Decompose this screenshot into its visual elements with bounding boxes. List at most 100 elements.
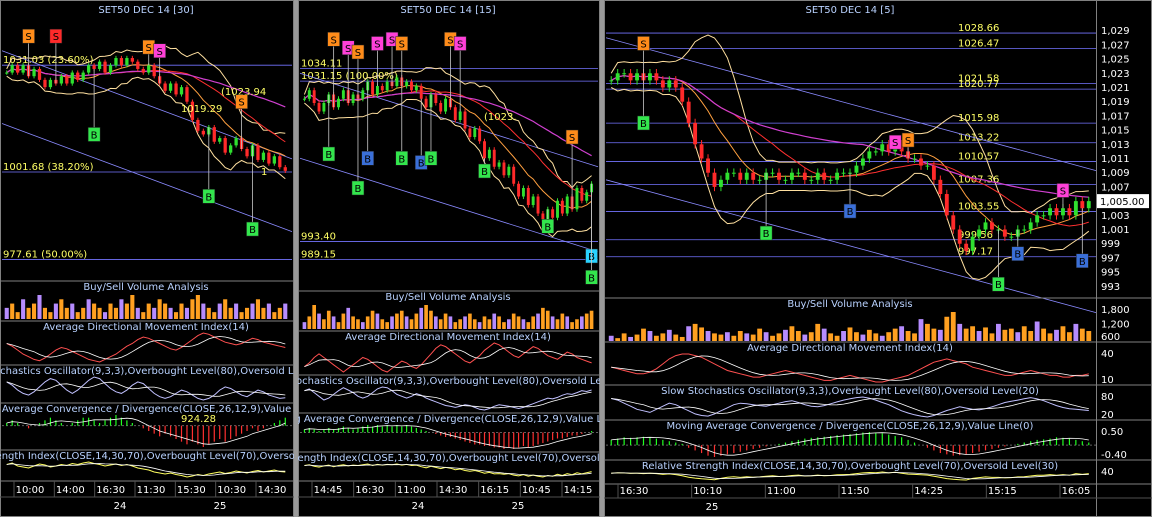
chart-panel-30min[interactable]: SET50 DEC 14 [30] 1031.03 (23.60%) 1001.68…: [0, 0, 294, 517]
volume-bar: [370, 310, 375, 329]
rsi-pane-line: [611, 471, 1089, 481]
volume-bar: [526, 322, 531, 329]
volume-bar: [502, 322, 506, 329]
volume-bar: [223, 299, 228, 319]
y-tick-label: 1,017: [1101, 111, 1130, 122]
trendline-upper: [605, 37, 1097, 171]
volume-bar: [521, 319, 526, 329]
candle-body: [822, 172, 827, 180]
signal-label: S: [1060, 186, 1066, 197]
volume-bar: [438, 319, 443, 329]
time-tick-label: 16:05: [1062, 486, 1091, 497]
signal-label: S: [399, 40, 405, 51]
candle-body: [789, 172, 794, 180]
chart-svg: SET50 DEC 14 [15] 1034.111031.15 (100.00%…: [298, 0, 600, 517]
candle-body: [283, 167, 287, 171]
volume-bar: [217, 303, 222, 319]
chart-svg: SET50 DEC 14 [30]1031.03 (23.60%)1001.68…: [0, 0, 294, 517]
volume-bar: [395, 313, 399, 329]
volume-bar: [1028, 331, 1034, 341]
candle-body: [322, 103, 326, 112]
volume-bar: [244, 307, 250, 319]
indicator-y-label: 1,200: [1101, 320, 1130, 331]
candle-body: [951, 215, 956, 230]
volume-bar: [795, 331, 801, 341]
volume-bar: [828, 333, 834, 341]
chart-panel-15min[interactable]: SET50 DEC 14 [15] 1034.11 1031.15 (100.00%…: [298, 0, 600, 517]
volume-bar: [239, 312, 244, 319]
time-tick-label: 16:30: [620, 486, 649, 497]
candle-body: [497, 162, 501, 167]
candle-body: [32, 68, 36, 77]
volume-bar: [886, 332, 892, 341]
candle-body: [307, 90, 311, 99]
candle-body: [622, 73, 627, 75]
volume-bar: [414, 313, 419, 329]
candle-body: [487, 149, 491, 159]
adx-pane-title: Average Directional Movement Index(14): [43, 322, 249, 333]
candle-body: [152, 65, 156, 77]
indicator-y-label: 0.50: [1101, 427, 1123, 438]
candle-body: [380, 86, 384, 91]
indicator-y-label: 10: [1101, 375, 1114, 386]
candle-body: [1067, 208, 1072, 216]
signal-label: S: [355, 48, 361, 59]
volume-pane-title: Buy/Sell Volume Analysis: [83, 282, 208, 293]
candle-body: [565, 196, 569, 214]
y-tick-label: 1,021: [1101, 83, 1130, 94]
candle-body: [841, 172, 846, 174]
candle-body: [628, 73, 633, 81]
volume-bar: [492, 313, 497, 329]
indicator-y-label: 20: [1101, 410, 1114, 421]
volume-bar: [545, 310, 550, 329]
volume-bar: [228, 307, 233, 319]
candle-body: [712, 172, 717, 187]
candle-body: [526, 188, 530, 205]
volume-bar: [48, 312, 53, 319]
volume-bar: [536, 313, 540, 329]
volume-bar: [531, 316, 535, 329]
candle-body: [777, 172, 781, 180]
candle-body: [439, 103, 443, 112]
volume-bar: [912, 333, 917, 341]
candle-body: [667, 80, 672, 88]
y-tick-label: 1,001: [1101, 225, 1130, 236]
indicator-y-label: 40: [1101, 349, 1114, 360]
rsi-pane-title: Relative Strength Index(CLOSE,14,30,70),…: [298, 453, 600, 464]
candle-body: [706, 158, 710, 173]
volume-bar: [266, 303, 271, 319]
volume-bar: [925, 323, 930, 341]
candle-body: [92, 65, 96, 69]
time-tick-label: 16:30: [355, 485, 384, 496]
volume-bar: [692, 323, 698, 341]
candle-body: [179, 87, 184, 95]
adx-pane-title: Average Directional Movement Index(14): [345, 332, 551, 343]
moving-average-fast: [304, 85, 592, 209]
candle-body: [5, 72, 9, 74]
candle-body: [434, 94, 438, 103]
stochastics-pane-signal-line: [304, 389, 592, 409]
date-label: 24: [412, 501, 425, 512]
volume-bar: [541, 307, 545, 329]
candle-body: [410, 81, 413, 91]
candle-body: [76, 72, 80, 80]
volume-bar: [847, 327, 853, 341]
y-tick-label: 999: [1101, 239, 1120, 250]
volume-bar: [699, 327, 704, 341]
chart-panel-5min[interactable]: SET50 DEC 14 [5] 1,029 1,027 1,025 1,023 1,02…: [604, 0, 1152, 517]
adx-pane-line: [611, 353, 1089, 383]
candle-body: [867, 151, 872, 159]
candle-body: [1061, 208, 1065, 216]
candle-body: [458, 111, 462, 120]
level-label: 1026.47: [958, 39, 999, 50]
volume-bar: [404, 316, 409, 329]
volume-bar: [660, 333, 666, 341]
candle-body: [97, 61, 102, 69]
volume-bar: [152, 307, 157, 319]
candle-body: [873, 151, 878, 153]
candle-body: [43, 79, 47, 88]
volume-bar: [679, 336, 685, 341]
signal-label: B: [481, 167, 488, 178]
chart-title: SET50 DEC 14 [5]: [806, 5, 895, 16]
chart-svg: SET50 DEC 14 [5] 1,029 1,027 1,025 1,023 1,02…: [604, 0, 1152, 517]
